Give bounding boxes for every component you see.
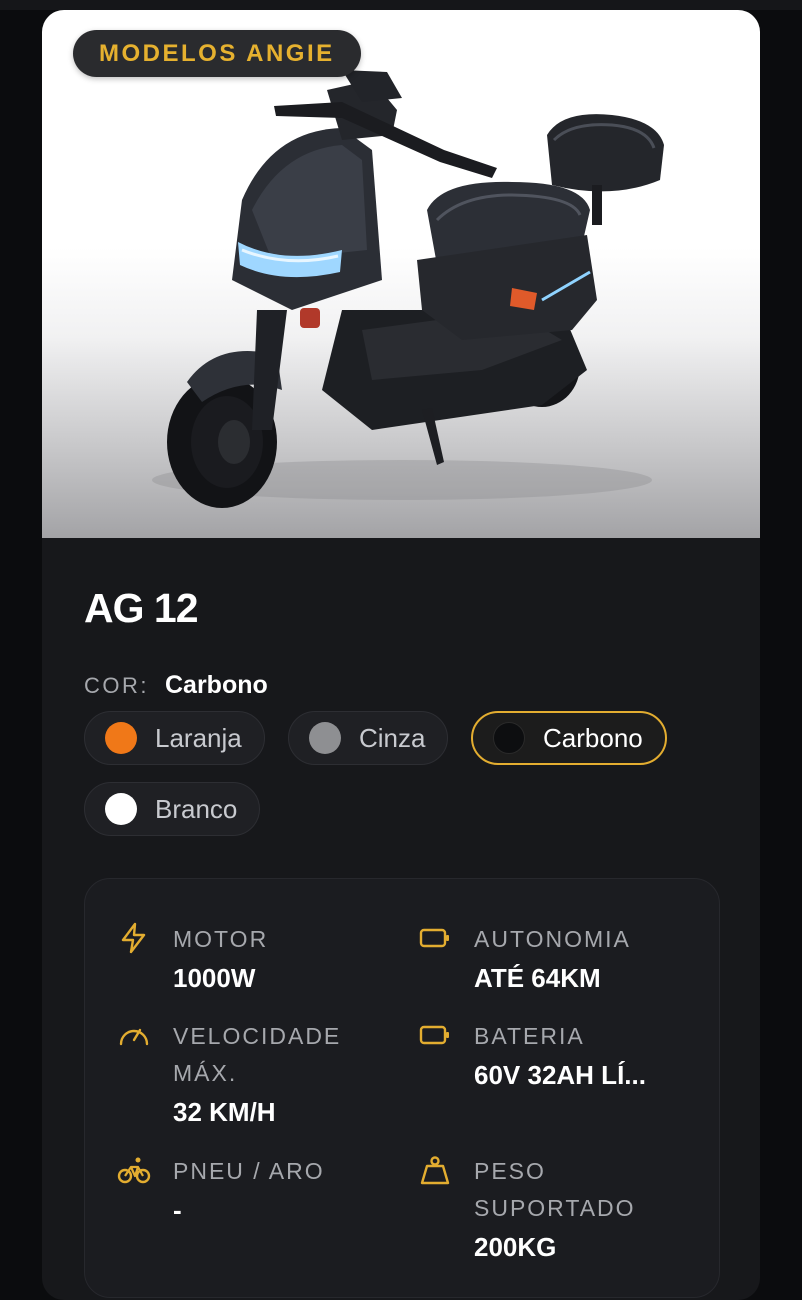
color-selection-summary: COR: Carbono xyxy=(84,671,268,700)
specs-panel: MOTOR 1000W AUTONOMIA ATÉ 64KM VELOCIDAD… xyxy=(84,878,720,1298)
color-option-label: Carbono xyxy=(543,722,643,753)
status-bar xyxy=(0,0,802,10)
spec-value: 60V 32AH LÍ... xyxy=(474,1060,646,1090)
color-swatch-white xyxy=(105,793,137,825)
selected-color-value: Carbono xyxy=(165,671,268,699)
spec-label: PESO SUPORTADO xyxy=(474,1158,636,1221)
color-option-label: Laranja xyxy=(155,722,242,753)
weight-icon xyxy=(420,1156,450,1185)
product-image: MODELOS ANGIE xyxy=(42,10,760,538)
scooter-image xyxy=(152,70,664,508)
color-swatch-gray xyxy=(309,722,341,754)
spec-value: - xyxy=(173,1195,182,1225)
bicycle-icon xyxy=(117,1157,151,1184)
color-option-cinza[interactable]: Cinza xyxy=(288,711,449,765)
spec-value: 32 KM/H xyxy=(173,1097,276,1127)
battery-icon xyxy=(419,1025,449,1045)
spec-label: PNEU / ARO xyxy=(173,1158,325,1184)
color-option-label: Branco xyxy=(155,793,238,824)
color-option-label: Cinza xyxy=(359,722,426,753)
spec-value: ATÉ 64KM xyxy=(474,963,601,993)
brand-badge: MODELOS ANGIE xyxy=(73,30,361,77)
product-title: AG 12 xyxy=(84,585,198,631)
color-label: COR: xyxy=(84,673,149,698)
spec-label: VELOCIDADE MÁX. xyxy=(173,1023,342,1086)
spec-label: MOTOR xyxy=(173,926,269,952)
color-swatch-orange xyxy=(105,722,137,754)
color-option-carbono[interactable]: Carbono xyxy=(471,711,667,765)
spec-value: 200KG xyxy=(474,1232,557,1262)
color-swatch-carbon xyxy=(493,722,525,754)
bolt-icon xyxy=(121,922,146,954)
color-option-branco[interactable]: Branco xyxy=(84,782,261,836)
battery-icon xyxy=(419,928,449,948)
color-option-laranja[interactable]: Laranja xyxy=(84,711,265,765)
product-card: MODELOS ANGIE AG 12 COR: Carbono Laranja… xyxy=(42,10,760,1300)
spec-value: 1000W xyxy=(173,963,256,993)
spec-label: BATERIA xyxy=(474,1023,585,1049)
spec-label: AUTONOMIA xyxy=(474,926,631,952)
speedometer-icon xyxy=(119,1028,149,1046)
